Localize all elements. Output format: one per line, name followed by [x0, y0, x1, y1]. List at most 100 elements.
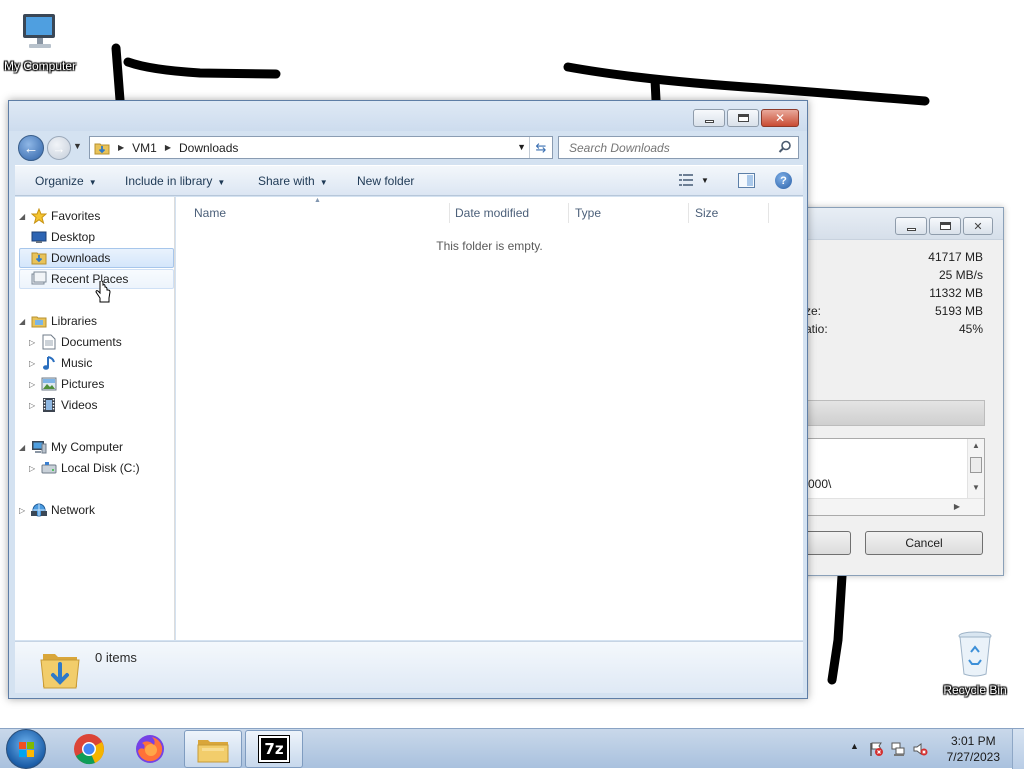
maximize-button[interactable]	[929, 217, 961, 235]
clock-date: 7/27/2023	[946, 750, 1000, 764]
my-computer-desktop-icon[interactable]: My Computer	[0, 8, 80, 73]
start-button[interactable]	[6, 729, 46, 769]
search-icon[interactable]	[778, 140, 792, 154]
scroll-thumb[interactable]	[970, 457, 982, 473]
vertical-scrollbar[interactable]: ▲ ▼	[967, 439, 984, 499]
7zip-icon: 7z	[258, 735, 290, 763]
forward-button[interactable]: →	[47, 136, 71, 160]
search-box[interactable]	[558, 136, 799, 159]
collapsed-icon[interactable]: ▷	[19, 506, 29, 515]
new-folder-button[interactable]: New folder	[357, 174, 414, 188]
nav-item-libraries[interactable]: ◢ Libraries	[19, 311, 97, 331]
nav-item-local-disk[interactable]: ▷ Local Disk (C:)	[29, 458, 140, 478]
volume-muted-icon[interactable]	[912, 741, 928, 760]
preview-pane-button[interactable]	[738, 173, 755, 191]
maximize-button[interactable]	[727, 109, 759, 127]
collapsed-icon[interactable]: ▷	[29, 338, 39, 347]
collapsed-icon[interactable]: ▷	[29, 380, 39, 389]
nav-item-desktop[interactable]: Desktop	[29, 227, 95, 247]
address-bar[interactable]: ▶ VM1 ▶ Downloads ▼ ⇆	[89, 136, 553, 159]
collapsed-icon[interactable]: ▷	[29, 401, 39, 410]
clock[interactable]: 3:01 PM 7/27/2023	[947, 733, 1000, 765]
breadcrumb-separator-icon[interactable]: ▶	[118, 143, 124, 152]
include-in-library-button[interactable]: Include in library ▼	[125, 174, 225, 188]
expanded-icon[interactable]: ◢	[19, 317, 29, 326]
collapsed-icon[interactable]: ▷	[29, 464, 39, 473]
horizontal-scrollbar[interactable]: ▶	[806, 498, 984, 515]
back-button[interactable]: ←	[18, 135, 44, 161]
expanded-icon[interactable]: ◢	[19, 443, 29, 452]
taskbar-7zip[interactable]: 7z	[245, 730, 303, 768]
nav-item-favorites[interactable]: ◢ Favorites	[19, 206, 100, 226]
close-icon: ✕	[774, 111, 786, 125]
stat-speed: 25 MB/s	[938, 268, 983, 282]
column-header-name[interactable]: Name	[188, 203, 450, 223]
libraries-icon	[31, 313, 47, 329]
nav-label: Music	[61, 356, 93, 370]
address-dropdown-icon[interactable]: ▼	[517, 142, 526, 152]
nav-item-network[interactable]: ▷ Network	[19, 500, 95, 520]
forward-arrow-icon: →	[52, 140, 66, 156]
taskbar-firefox[interactable]	[121, 730, 179, 768]
collapsed-icon[interactable]: ▷	[29, 359, 39, 368]
nav-item-downloads[interactable]: Downloads	[19, 248, 174, 268]
file-list-pane[interactable]: ▲ Name Date modified Type Size This fold…	[176, 197, 803, 640]
explorer-window: ✕ ← → ▼ ▶ VM1 ▶ Downloads ▼ ⇆ Organize ▼ …	[8, 100, 808, 699]
taskbar-explorer[interactable]	[184, 730, 242, 768]
window-title-bar[interactable]: ✕	[9, 101, 807, 131]
taskbar-chrome[interactable]	[60, 730, 118, 768]
column-header-size[interactable]: Size	[689, 203, 769, 223]
scroll-right-icon[interactable]: ▶	[954, 502, 960, 511]
star-icon	[31, 208, 47, 224]
scroll-down-icon[interactable]: ▼	[972, 483, 980, 492]
breadcrumb-vm1[interactable]: VM1	[132, 141, 157, 155]
progress-bar	[805, 400, 985, 426]
breadcrumb-separator-icon[interactable]: ▶	[165, 143, 171, 152]
nav-item-my-computer[interactable]: ◢ My Computer	[19, 437, 123, 457]
change-view-button[interactable]: ▼	[679, 173, 709, 187]
minimize-button[interactable]	[693, 109, 725, 127]
help-button[interactable]: ?	[775, 172, 792, 189]
show-hidden-icons-icon[interactable]: ▲	[850, 741, 859, 751]
search-input[interactable]	[567, 139, 767, 156]
nav-item-documents[interactable]: ▷ Documents	[29, 332, 122, 352]
taskbar: 7z ▲ 3:01 PM 7/27/2023	[0, 728, 1024, 769]
nav-label: Favorites	[51, 209, 101, 223]
explorer-icon	[197, 740, 229, 763]
stat-label-ratio: atio:	[805, 322, 828, 336]
help-icon: ?	[780, 174, 787, 187]
recent-pages-dropdown-icon[interactable]: ▼	[73, 141, 82, 151]
details-pane: 0 items	[15, 641, 803, 693]
dialog-title-bar: ✕	[791, 208, 1003, 240]
refresh-icon[interactable]: ⇆	[529, 137, 552, 158]
organize-label: Organize	[35, 174, 84, 188]
nav-label: Downloads	[51, 251, 111, 265]
nav-label: Pictures	[61, 377, 105, 391]
cancel-button[interactable]: Cancel	[865, 531, 983, 555]
network-status-icon[interactable]	[890, 741, 906, 760]
close-button[interactable]: ✕	[761, 109, 799, 127]
expanded-icon[interactable]: ◢	[19, 212, 29, 221]
firefox-icon	[136, 735, 164, 763]
action-center-flag-icon[interactable]	[868, 741, 884, 760]
organize-button[interactable]: Organize ▼	[35, 174, 97, 188]
log-list[interactable]: 000\ ▲ ▼ ▶	[805, 438, 985, 516]
breadcrumb-downloads[interactable]: Downloads	[179, 141, 238, 155]
nav-item-pictures[interactable]: ▷ Pictures	[29, 374, 104, 394]
computer-icon	[23, 14, 55, 48]
film-icon	[41, 397, 57, 413]
share-with-button[interactable]: Share with ▼	[258, 174, 328, 188]
close-button[interactable]: ✕	[963, 217, 993, 235]
computer-icon	[31, 439, 47, 455]
recent-places-icon	[31, 271, 47, 287]
nav-item-videos[interactable]: ▷ Videos	[29, 395, 97, 415]
minimize-button[interactable]	[895, 217, 927, 235]
recycle-bin-desktop-icon[interactable]: Recycle Bin	[935, 630, 1015, 697]
nav-item-music[interactable]: ▷ Music	[29, 353, 92, 373]
windows-logo-icon	[19, 742, 34, 757]
column-header-date-modified[interactable]: Date modified	[449, 203, 569, 223]
column-header-type[interactable]: Type	[569, 203, 689, 223]
scroll-up-icon[interactable]: ▲	[972, 441, 980, 450]
show-desktop-button[interactable]	[1012, 729, 1024, 769]
hard-drive-icon	[41, 460, 57, 476]
